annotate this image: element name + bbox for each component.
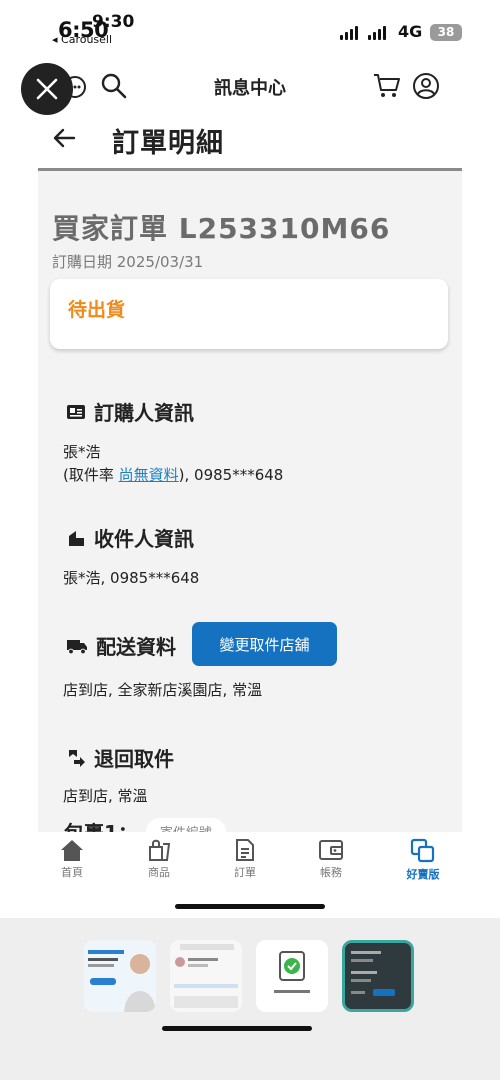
nav-item-products[interactable]: 商品 <box>124 838 194 880</box>
close-icon <box>36 78 58 100</box>
close-button[interactable] <box>21 63 73 115</box>
back-button[interactable] <box>52 127 76 153</box>
orders-icon <box>236 839 254 861</box>
nav-label: 商品 <box>148 866 170 879</box>
nav-label: 帳務 <box>320 866 342 879</box>
buyer-contact: (取件率 尚無資料), 0985***648 <box>63 464 283 487</box>
pickup-rate-prefix: (取件率 <box>63 466 119 484</box>
back-app-name: Carousell <box>61 33 113 46</box>
id-card-icon <box>67 404 85 419</box>
cart-icon <box>374 74 400 97</box>
return-icon <box>69 749 85 767</box>
home-icon <box>61 840 83 861</box>
recent-apps-tray <box>0 918 500 1080</box>
nav-item-accounting[interactable]: 帳務 <box>296 838 366 880</box>
buyer-section-header: 訂購人資訊 <box>66 397 194 426</box>
back-to-app-link[interactable]: ◂ Carousell <box>52 33 112 46</box>
details-card: 訂購人資訊 張*浩 (取件率 尚無資料), 0985***648 收件人資訊 張… <box>50 371 448 832</box>
change-store-button[interactable]: 變更取件店舖 <box>192 622 337 666</box>
buyer-name: 張*浩 <box>63 443 101 461</box>
app-header: 訊息中心 <box>0 62 500 112</box>
cart-button[interactable] <box>372 72 402 104</box>
signal-icon <box>340 26 358 40</box>
page-title-row: 訂單明細 <box>0 115 500 167</box>
order-detail-panel: 買家訂單 L253310M66 訂購日期 2025/03/31 待出貨 訂購人資… <box>38 168 462 832</box>
screen: 9:30 6:50 ◂ Carousell 4G 38 訊息中心 訂單明細 買家… <box>0 0 500 1080</box>
page-title: 訂單明細 <box>112 128 224 159</box>
nav-label: 訂單 <box>234 866 256 879</box>
back-arrow-icon <box>53 128 76 148</box>
package-row: 包裹1： 寄件編號 <box>64 817 226 832</box>
nav-item-orders[interactable]: 訂單 <box>210 838 280 880</box>
order-heading: 買家訂單 L253310M66 <box>52 212 391 245</box>
recent-thumbnail-2[interactable] <box>170 940 242 1012</box>
signal-icon-secondary <box>368 26 386 40</box>
recipient-section-header: 收件人資訊 <box>66 523 194 552</box>
bottom-nav: 首頁 商品 訂單 帳務 好賣版 <box>0 834 500 884</box>
return-section-label: 退回取件 <box>94 747 174 771</box>
tracking-number-chip[interactable]: 寄件編號 <box>145 818 226 832</box>
order-status: 待出貨 <box>68 299 126 321</box>
promo-thumbnail-image <box>84 940 156 1012</box>
nav-label: 好賣版 <box>406 868 440 881</box>
tray-home-indicator[interactable] <box>162 1026 312 1031</box>
current-app-thumbnail-image <box>345 943 411 1009</box>
nav-item-switch-version[interactable]: 好賣版 <box>388 838 458 882</box>
truck-icon <box>67 639 87 654</box>
delivery-section-header: 配送資料 <box>66 631 176 660</box>
success-thumbnail-image <box>256 940 328 1012</box>
delivery-section-label: 配送資料 <box>96 635 176 659</box>
package-label: 包裹1： <box>64 817 138 832</box>
network-type: 4G <box>398 22 423 41</box>
chat-thumbnail-image <box>170 940 242 1012</box>
nav-label: 首頁 <box>61 866 83 879</box>
products-icon <box>149 839 171 861</box>
return-section-header: 退回取件 <box>66 743 174 772</box>
recipient-icon <box>69 530 84 546</box>
order-date: 訂購日期 2025/03/31 <box>52 253 204 271</box>
pickup-rate-link[interactable]: 尚無資料 <box>119 466 179 484</box>
return-info: 店到店, 常溫 <box>63 787 148 805</box>
buyer-phone: ), 0985***648 <box>178 466 284 484</box>
account-button[interactable] <box>412 72 440 104</box>
home-indicator[interactable] <box>175 904 325 909</box>
recipient-section-label: 收件人資訊 <box>94 527 194 551</box>
buyer-section-label: 訂購人資訊 <box>94 401 194 425</box>
nav-item-home[interactable]: 首頁 <box>37 838 107 880</box>
switch-version-icon <box>410 838 435 863</box>
recipient-info: 張*浩, 0985***648 <box>63 569 200 587</box>
recent-thumbnail-1[interactable] <box>84 940 156 1012</box>
order-status-card: 待出貨 <box>50 279 448 349</box>
status-bar: 9:30 6:50 ◂ Carousell 4G 38 <box>0 0 500 48</box>
wallet-icon <box>319 840 343 860</box>
battery-icon: 38 <box>430 24 462 41</box>
recent-thumbnail-3[interactable] <box>256 940 328 1012</box>
delivery-info: 店到店, 全家新店溪園店, 常溫 <box>63 681 263 699</box>
user-icon <box>413 73 439 99</box>
recent-thumbnail-current[interactable] <box>342 940 414 1012</box>
